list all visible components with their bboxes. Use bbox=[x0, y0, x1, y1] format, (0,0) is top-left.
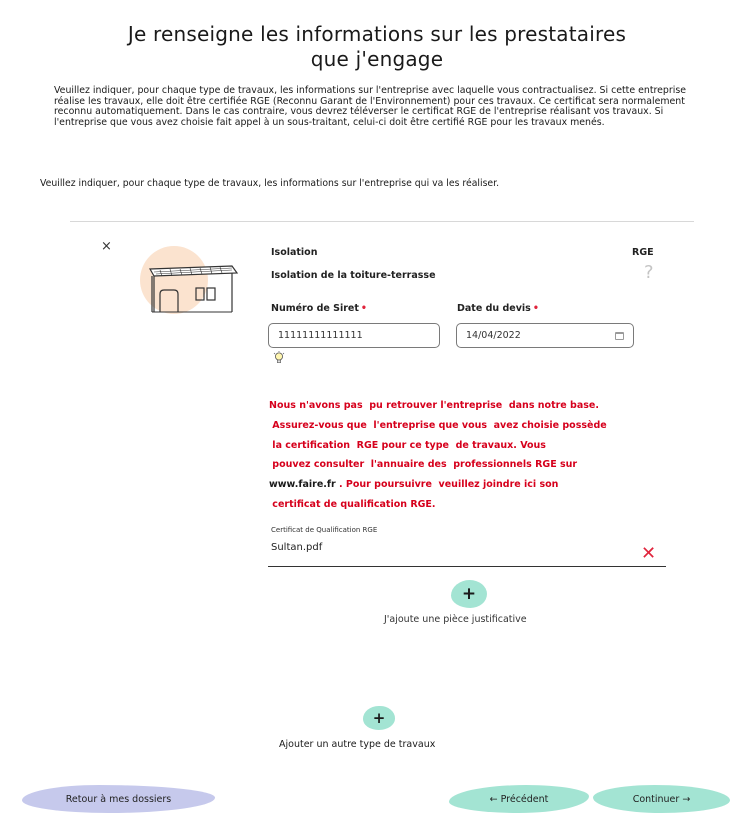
remove-file-icon[interactable]: ✕ bbox=[641, 545, 656, 563]
warning-line: Assurez-vous que l'entreprise que vous a… bbox=[269, 419, 607, 431]
warning-line: www.faire.fr . Pour poursuivre veuillez … bbox=[269, 475, 689, 495]
add-work-type-label: Ajouter un autre type de travaux bbox=[279, 739, 436, 750]
section-divider bbox=[70, 221, 694, 222]
house-illustration bbox=[140, 246, 239, 314]
continue-button-label: Continuer → bbox=[632, 793, 691, 805]
lightbulb-icon[interactable] bbox=[273, 351, 285, 365]
rge-help-icon[interactable]: ? bbox=[644, 262, 654, 283]
plus-icon: + bbox=[461, 584, 477, 604]
work-detail-label: Isolation de la toiture-terrasse bbox=[271, 270, 436, 281]
calendar-icon[interactable] bbox=[615, 331, 624, 340]
rge-label: RGE bbox=[632, 247, 654, 258]
certificate-file-name: Sultan.pdf bbox=[271, 542, 323, 553]
faire-link[interactable]: www.faire.fr bbox=[269, 479, 336, 490]
back-to-dossiers-button[interactable]: Retour à mes dossiers bbox=[22, 785, 215, 813]
add-work-type-button[interactable]: + bbox=[363, 706, 395, 730]
add-piece-button[interactable]: + bbox=[451, 580, 487, 608]
continue-button[interactable]: Continuer → bbox=[593, 785, 730, 813]
date-label: Date du devis • bbox=[457, 303, 539, 314]
rge-warning-message: Nous n'avons pas pu retrouver l'entrepri… bbox=[269, 396, 689, 515]
add-piece-label: J'ajoute une pièce justificative bbox=[384, 614, 527, 625]
plus-icon: + bbox=[372, 709, 386, 727]
page-title-line1: Je renseigne les informations sur les pr… bbox=[127, 22, 627, 46]
certificate-label: Certificat de Qualification RGE bbox=[271, 526, 378, 534]
siret-input[interactable]: 11111111111111 bbox=[268, 323, 440, 348]
previous-button-label: ← Précédent bbox=[489, 793, 549, 805]
work-type-label: Isolation bbox=[271, 247, 318, 258]
previous-button[interactable]: ← Précédent bbox=[449, 785, 589, 813]
warning-line: la certification RGE pour ce type de tra… bbox=[269, 439, 546, 451]
date-label-text: Date du devis bbox=[457, 303, 531, 314]
remove-work-button[interactable]: × bbox=[101, 240, 112, 253]
siret-label-text: Numéro de Siret bbox=[271, 303, 359, 314]
page-title-line2: que j'engage bbox=[310, 47, 444, 71]
required-marker: • bbox=[360, 303, 367, 314]
back-button-label: Retour à mes dossiers bbox=[65, 793, 172, 805]
required-marker: • bbox=[532, 303, 539, 314]
warning-line: pouvez consulter l'annuaire des professi… bbox=[269, 459, 578, 471]
siret-label: Numéro de Siret • bbox=[271, 303, 367, 314]
section-subtitle: Veuillez indiquer, pour chaque type de t… bbox=[40, 178, 500, 189]
intro-text: Veuillez indiquer, pour chaque type de t… bbox=[54, 85, 686, 128]
warning-line: Nous n'avons pas pu retrouver l'entrepri… bbox=[269, 400, 599, 411]
warning-line-rest: . Pour poursuivre veuillez joindre ici s… bbox=[335, 479, 559, 491]
warning-line: certificat de qualification RGE. bbox=[269, 498, 436, 510]
certificate-underline bbox=[268, 566, 666, 567]
date-input[interactable]: 14/04/2022 bbox=[456, 323, 634, 348]
date-value: 14/04/2022 bbox=[466, 330, 521, 341]
page-title: Je renseigne les informations sur les pr… bbox=[0, 22, 754, 72]
siret-value: 11111111111111 bbox=[278, 330, 363, 341]
